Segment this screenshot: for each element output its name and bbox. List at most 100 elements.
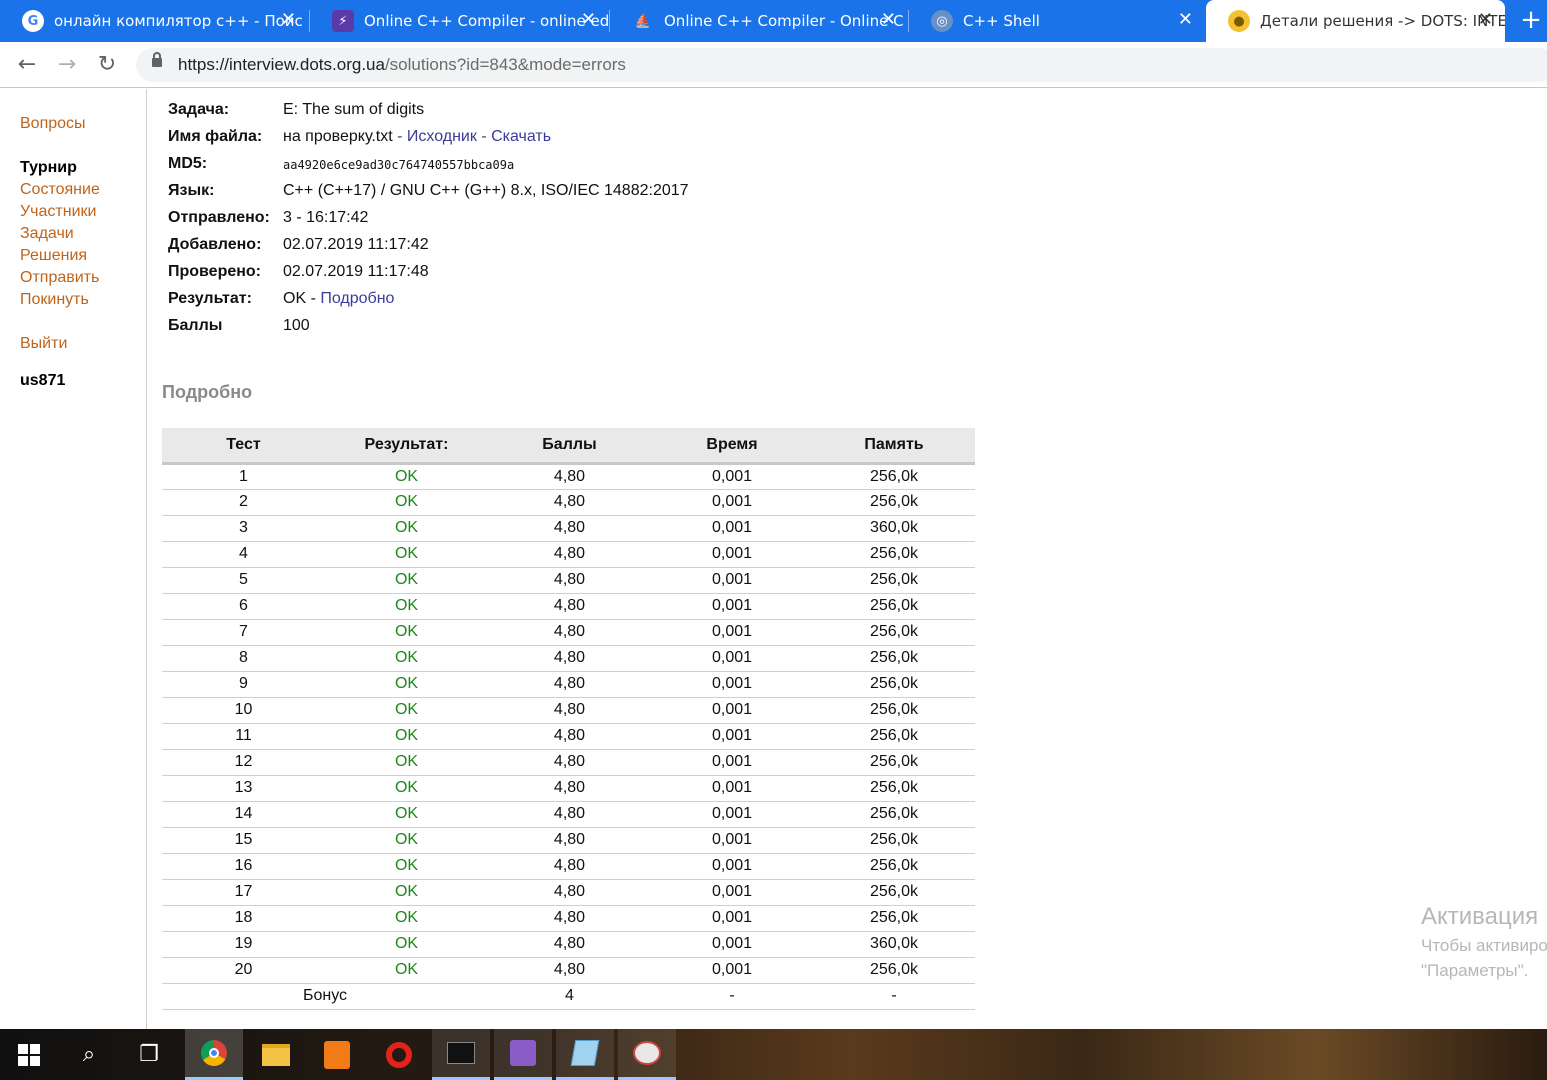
table-row: 20 OK 4,80 0,001 256,0k: [162, 957, 975, 984]
details-link[interactable]: Подробно: [320, 290, 394, 307]
windows-start-icon[interactable]: [0, 1029, 58, 1080]
test-number-cell: 1: [162, 463, 325, 490]
tab-title: Online C++ Compiler - Online C: [664, 12, 904, 30]
table-row: 13 OK 4,80 0,001 256,0k: [162, 775, 975, 802]
close-tab-icon[interactable]: ✕: [581, 11, 596, 29]
forward-arrow-icon[interactable]: →: [52, 50, 82, 80]
score-cell: 4,80: [488, 645, 651, 672]
file-explorer-icon[interactable]: [247, 1029, 305, 1080]
url-text[interactable]: https://interview.dots.org.ua/solutions?…: [178, 55, 626, 75]
time-cell: 0,001: [651, 541, 813, 568]
score-cell: 4,80: [488, 671, 651, 698]
language-value: C++ (C++17) / GNU C++ (G++) 8.x, ISO/IEC…: [283, 182, 689, 199]
time-cell: 0,001: [651, 593, 813, 620]
shell-icon: ◎: [931, 10, 953, 32]
memory-cell: 256,0k: [813, 593, 975, 620]
task-view-icon[interactable]: ❐: [120, 1029, 178, 1080]
search-icon[interactable]: ⌕: [60, 1029, 118, 1080]
activation-watermark-text: Чтобы активиро: [1421, 936, 1547, 955]
score-cell: 4,80: [488, 463, 651, 490]
close-tab-icon[interactable]: ✕: [281, 11, 296, 29]
score-cell: 4,80: [488, 567, 651, 594]
terminal-icon[interactable]: [432, 1029, 490, 1080]
close-tab-icon[interactable]: ✕: [1478, 11, 1493, 29]
chrome-icon[interactable]: [185, 1029, 243, 1080]
tab-google-search[interactable]: G онлайн компилятор с++ - Поис ✕: [0, 0, 308, 42]
test-number-cell: 16: [162, 853, 325, 880]
info-label: Имя файла:: [168, 128, 263, 145]
sidebar-item-solutions[interactable]: Решения: [20, 247, 87, 265]
sidebar-item-status[interactable]: Состояние: [20, 181, 100, 199]
result-cell: OK: [325, 619, 488, 646]
table-row: 6 OK 4,80 0,001 256,0k: [162, 593, 975, 620]
close-tab-icon[interactable]: ✕: [881, 11, 896, 29]
time-cell: 0,001: [651, 801, 813, 828]
score-cell: 4,80: [488, 775, 651, 802]
test-number-cell: 4: [162, 541, 325, 568]
tab-title: Online C++ Compiler - online ed: [364, 12, 608, 30]
address-bar[interactable]: https://interview.dots.org.ua/solutions?…: [136, 48, 1547, 82]
memory-cell: 256,0k: [813, 671, 975, 698]
score-cell: 4,80: [488, 931, 651, 958]
tab-solution-details[interactable]: ● Детали решения -> DOTS: INTE ✕: [1206, 0, 1505, 42]
score-cell: 4,80: [488, 749, 651, 776]
new-tab-button[interactable]: +: [1516, 6, 1546, 36]
tab-online-compiler-1[interactable]: ⚡ Online C++ Compiler - online ed ✕: [310, 0, 608, 42]
score-cell: 4,80: [488, 827, 651, 854]
activation-watermark-text: "Параметры".: [1421, 961, 1529, 980]
time-cell: 0,001: [651, 697, 813, 724]
task-link[interactable]: E: The sum of digits: [283, 101, 424, 119]
sidebar-item-tasks[interactable]: Задачи: [20, 225, 74, 243]
table-row: 11 OK 4,80 0,001 256,0k: [162, 723, 975, 750]
opera-icon[interactable]: [370, 1029, 428, 1080]
reload-icon[interactable]: ↻: [92, 50, 122, 80]
memory-cell: 256,0k: [813, 853, 975, 880]
notepad-icon[interactable]: [556, 1029, 614, 1080]
time-cell: 0,001: [651, 749, 813, 776]
pdf-icon[interactable]: [308, 1029, 366, 1080]
paint-icon[interactable]: [618, 1029, 676, 1080]
time-cell: 0,001: [651, 567, 813, 594]
sidebar-item-leave[interactable]: Покинуть: [20, 291, 89, 309]
download-link[interactable]: Скачать: [491, 128, 551, 145]
result-cell: OK: [325, 957, 488, 984]
time-cell: 0,001: [651, 905, 813, 932]
tab-online-compiler-2[interactable]: ⛵ Online C++ Compiler - Online C ✕: [610, 0, 908, 42]
url-path: /solutions?id=843&mode=errors: [384, 55, 626, 74]
time-cell: 0,001: [651, 645, 813, 672]
memory-cell: 256,0k: [813, 567, 975, 594]
memory-cell: 256,0k: [813, 645, 975, 672]
sidebar-item-submit[interactable]: Отправить: [20, 269, 99, 287]
score-cell: 4,80: [488, 619, 651, 646]
result-cell: OK: [325, 671, 488, 698]
sidebar-item-participants[interactable]: Участники: [20, 203, 96, 221]
source-link[interactable]: Исходник: [407, 128, 477, 145]
sidebar-item-questions[interactable]: Вопросы: [20, 115, 86, 133]
back-arrow-icon[interactable]: ←: [12, 50, 42, 80]
test-number-cell: 17: [162, 879, 325, 906]
table-row: 14 OK 4,80 0,001 256,0k: [162, 801, 975, 828]
time-cell: 0,001: [651, 671, 813, 698]
tab-cpp-shell[interactable]: ◎ C++ Shell ✕: [909, 0, 1205, 42]
test-number-cell: 6: [162, 593, 325, 620]
close-tab-icon[interactable]: ✕: [1178, 11, 1193, 29]
score-cell: 4,80: [488, 515, 651, 542]
results-body: 1 OK 4,80 0,001 256,0k 2 OK 4,80 0,001 256,0k 3 OK 4…: [162, 463, 975, 1010]
score-cell: 4,80: [488, 593, 651, 620]
checked-value: 02.07.2019 11:17:48: [283, 263, 429, 280]
test-number-cell: 19: [162, 931, 325, 958]
table-row: 3 OK 4,80 0,001 360,0k: [162, 515, 975, 542]
result-cell: OK: [325, 931, 488, 958]
time-cell: 0,001: [651, 931, 813, 958]
time-cell: 0,001: [651, 463, 813, 490]
table-row: 19 OK 4,80 0,001 360,0k: [162, 931, 975, 958]
visual-studio-icon[interactable]: [494, 1029, 552, 1080]
separator: -: [476, 128, 492, 145]
tab-title: онлайн компилятор с++ - Поис: [54, 12, 303, 30]
sidebar-item-logout[interactable]: Выйти: [20, 335, 67, 353]
dots-icon: ●: [1228, 10, 1250, 32]
test-number-cell: 10: [162, 697, 325, 724]
test-number-cell: 14: [162, 801, 325, 828]
result-cell: OK: [325, 593, 488, 620]
tab-strip: G онлайн компилятор с++ - Поис ✕ ⚡ Onlin…: [0, 0, 1547, 42]
